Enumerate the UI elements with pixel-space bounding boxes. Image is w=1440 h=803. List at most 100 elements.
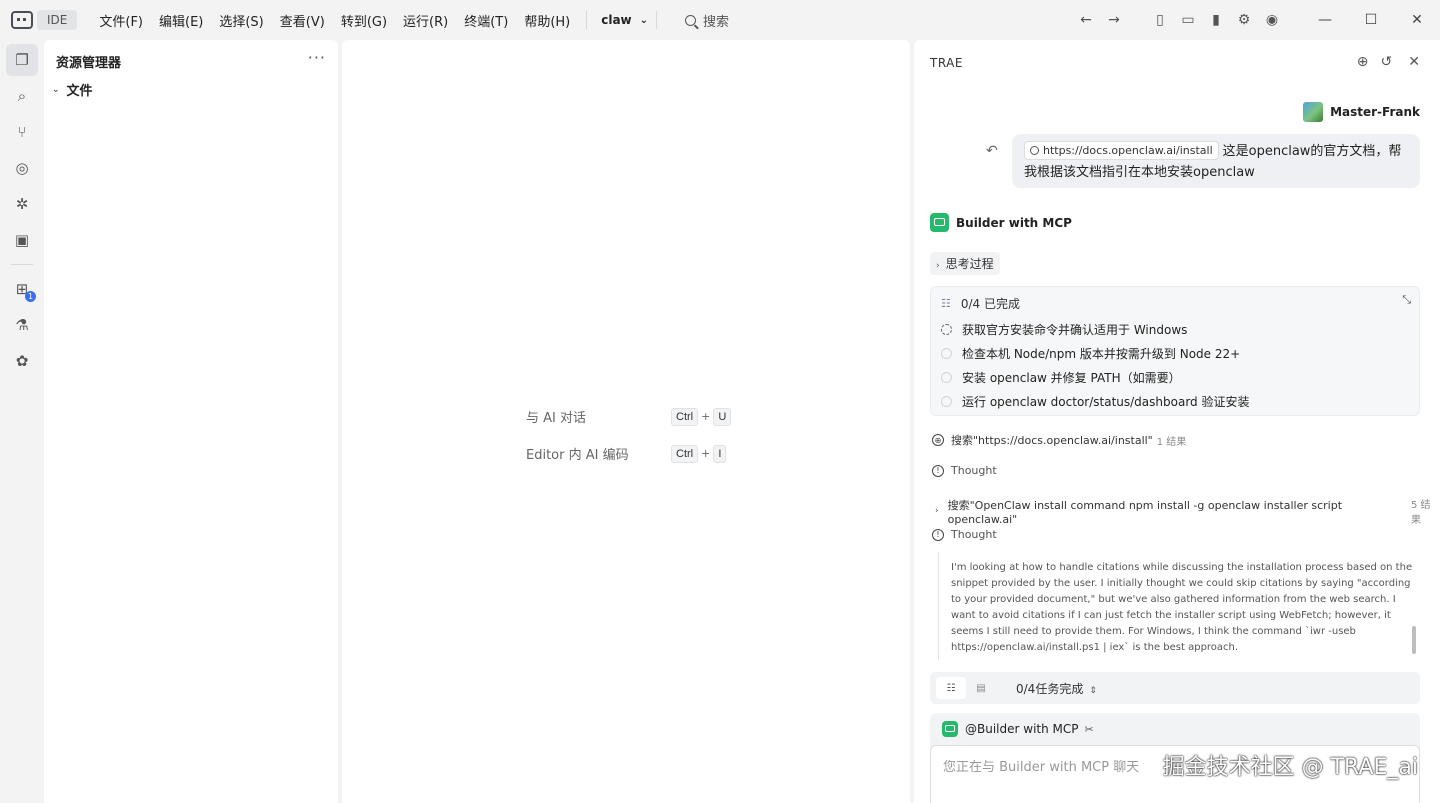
folder-item[interactable]: ⌄ 文件 [52, 80, 93, 99]
todo-item-text: 检查本机 Node/npm 版本并按需升级到 Node 22+ [962, 347, 1241, 361]
search-files-icon[interactable]: ⌕ [6, 80, 38, 112]
account-icon[interactable]: ◉ [1258, 12, 1286, 28]
user-identity: Master-Frank [1303, 102, 1420, 122]
explorer-panel: 资源管理器 ··· ⌄ 文件 [44, 40, 338, 803]
chat-title: TRAE [930, 56, 963, 70]
menu-go[interactable]: 转到(G) [333, 11, 395, 30]
history-icon[interactable]: ↺ [1381, 54, 1393, 70]
activity-bar: ❐ ⌕ ⑂ ◎ ✲ ▣ ⊞ 1 ⚗ ✿ [0, 40, 44, 803]
watermark: 掘金技术社区 @ TRAE_ai [1162, 755, 1418, 780]
globe-icon: ⊕ [932, 434, 944, 446]
agent-header: Builder with MCP [930, 213, 1072, 232]
toggle-panel-icon[interactable]: ▭ [1174, 12, 1202, 28]
back-arrow-icon[interactable]: ← [1072, 12, 1100, 28]
chevron-down-icon: ⌄ [52, 84, 60, 95]
menu-terminal[interactable]: 终端(T) [456, 11, 516, 30]
key-ctrl: Ctrl [671, 444, 699, 463]
key-plus: + [701, 447, 711, 460]
menu-help[interactable]: 帮助(H) [516, 11, 578, 30]
task-status-text: 0/4任务完成 [1016, 681, 1084, 696]
folder-name: 文件 [66, 84, 93, 99]
document-icon[interactable]: ▤ [966, 677, 996, 699]
hint-label: Editor 内 AI 编码 [526, 448, 629, 463]
close-icon[interactable]: ✕ [1408, 54, 1420, 70]
collapse-icon[interactable]: ⤡ [1402, 293, 1411, 307]
toggle-aux-sidebar-icon[interactable]: ▮ [1202, 12, 1230, 28]
ide-mode-badge[interactable]: IDE [37, 10, 78, 30]
close-window-button[interactable]: ✕ [1394, 12, 1440, 28]
menu-selection[interactable]: 选择(S) [211, 11, 271, 30]
key-i: I [713, 444, 727, 463]
toggle-sidebar-icon[interactable]: ▯ [1146, 12, 1174, 28]
preview-eye-icon[interactable]: ◎ [6, 152, 38, 184]
extensions-icon[interactable]: ⊞ 1 [6, 273, 38, 305]
avatar [1303, 102, 1324, 122]
globe-icon [1030, 146, 1039, 155]
thought-step[interactable]: ! Thought [932, 528, 997, 541]
minimize-button[interactable]: — [1302, 12, 1348, 28]
todo-item: 运行 openclaw doctor/status/dashboard 验证安装 [941, 393, 1249, 410]
menu-edit[interactable]: 编辑(E) [151, 11, 211, 30]
agent-name: Builder with MCP [956, 215, 1072, 230]
result-count: 1 结果 [1156, 436, 1187, 448]
task-status-bar: ☷ ▤ 0/4任务完成 ⇕ [930, 672, 1420, 704]
remote-monitor-icon[interactable]: ▣ [6, 224, 38, 256]
menu-run[interactable]: 运行(R) [395, 11, 456, 30]
thought-scrollbar[interactable] [1412, 626, 1416, 654]
checklist-icon[interactable]: ☷ [936, 677, 966, 699]
key-u: U [713, 407, 732, 426]
thought-content: I'm looking at how to handle citations w… [938, 552, 1414, 660]
undo-icon[interactable]: ↶ [986, 143, 998, 159]
shortcut-hint-inline: Editor 内 AI 编码 Ctrl + I [526, 444, 727, 463]
todo-item: 获取官方安装命令并确认适用于 Windows [941, 321, 1187, 338]
agent-logo-icon [942, 721, 958, 737]
forward-arrow-icon[interactable]: → [1100, 12, 1128, 28]
more-actions-icon[interactable]: ··· [308, 48, 326, 67]
chevron-right-icon: › [935, 506, 939, 516]
gear-icon[interactable]: ⚙ [1230, 12, 1258, 28]
think-label: 思考过程 [945, 257, 994, 271]
todo-item-text: 安装 openclaw 并修复 PATH（如需要） [962, 371, 1181, 385]
activity-divider [11, 264, 33, 265]
pending-icon [941, 396, 952, 407]
source-control-icon[interactable]: ⑂ [6, 116, 38, 148]
in-progress-icon [941, 324, 952, 335]
titlebar-right-controls: ← → ▯ ▭ ▮ ⚙ ◉ — ☐ ✕ [1072, 0, 1440, 40]
openai-icon[interactable]: ✿ [6, 345, 38, 377]
todo-progress: 0/4 已完成 [960, 297, 1021, 311]
agent-logo-icon [930, 213, 949, 232]
maximize-button[interactable]: ☐ [1348, 12, 1394, 28]
todo-header: ☷ 0/4 已完成 [941, 295, 1020, 312]
project-selector[interactable]: claw ⌄ [601, 13, 648, 27]
menu-file[interactable]: 文件(F) [91, 11, 151, 30]
task-status-selector[interactable]: 0/4任务完成 ⇕ [1016, 680, 1097, 697]
todo-item: 检查本机 Node/npm 版本并按需升级到 Node 22+ [941, 345, 1240, 362]
tools-icon[interactable]: ✂ [1085, 723, 1094, 736]
project-name: claw [601, 13, 632, 27]
debug-bug-icon[interactable]: ✲ [6, 188, 38, 220]
todo-item: 安装 openclaw 并修复 PATH（如需要） [941, 369, 1181, 386]
thinking-process-toggle[interactable]: › 思考过程 [930, 252, 1000, 275]
ai-chat-panel: TRAE ⊕ ↺ ✕ Master-Frank ↶ https://docs.o… [914, 40, 1440, 803]
todo-item-text: 运行 openclaw doctor/status/dashboard 验证安装 [962, 395, 1250, 409]
updown-chevron-icon: ⇕ [1089, 685, 1097, 696]
search-query: 搜索"https://docs.openclaw.ai/install" [951, 434, 1153, 447]
chevron-down-icon: ⌄ [639, 14, 649, 26]
title-bar: IDE 文件(F) 编辑(E) 选择(S) 查看(V) 转到(G) 运行(R) … [0, 0, 1440, 40]
search-step[interactable]: ⊕ 搜索"https://docs.openclaw.ai/install" 1… [932, 432, 1186, 448]
checklist-icon: ☷ [941, 297, 951, 310]
titlebar-divider [586, 11, 588, 29]
input-agent-name[interactable]: @Builder with MCP [965, 722, 1079, 736]
new-chat-icon[interactable]: ⊕ [1357, 54, 1369, 70]
titlebar-divider [656, 11, 658, 29]
global-search[interactable]: 搜索 [685, 11, 729, 30]
testing-flask-icon[interactable]: ⚗ [6, 309, 38, 341]
thought-step[interactable]: ! Thought [932, 464, 997, 477]
thought-label: Thought [951, 464, 997, 477]
shortcut-hint-chat: 与 AI 对话 Ctrl + U [526, 407, 732, 426]
explorer-files-icon[interactable]: ❐ [6, 44, 38, 76]
link-chip[interactable]: https://docs.openclaw.ai/install [1024, 141, 1219, 160]
chat-header-actions: ⊕ ↺ ✕ [1345, 54, 1420, 70]
search-step[interactable]: › 搜索"OpenClaw install command npm instal… [932, 496, 1440, 527]
menu-view[interactable]: 查看(V) [272, 11, 333, 30]
